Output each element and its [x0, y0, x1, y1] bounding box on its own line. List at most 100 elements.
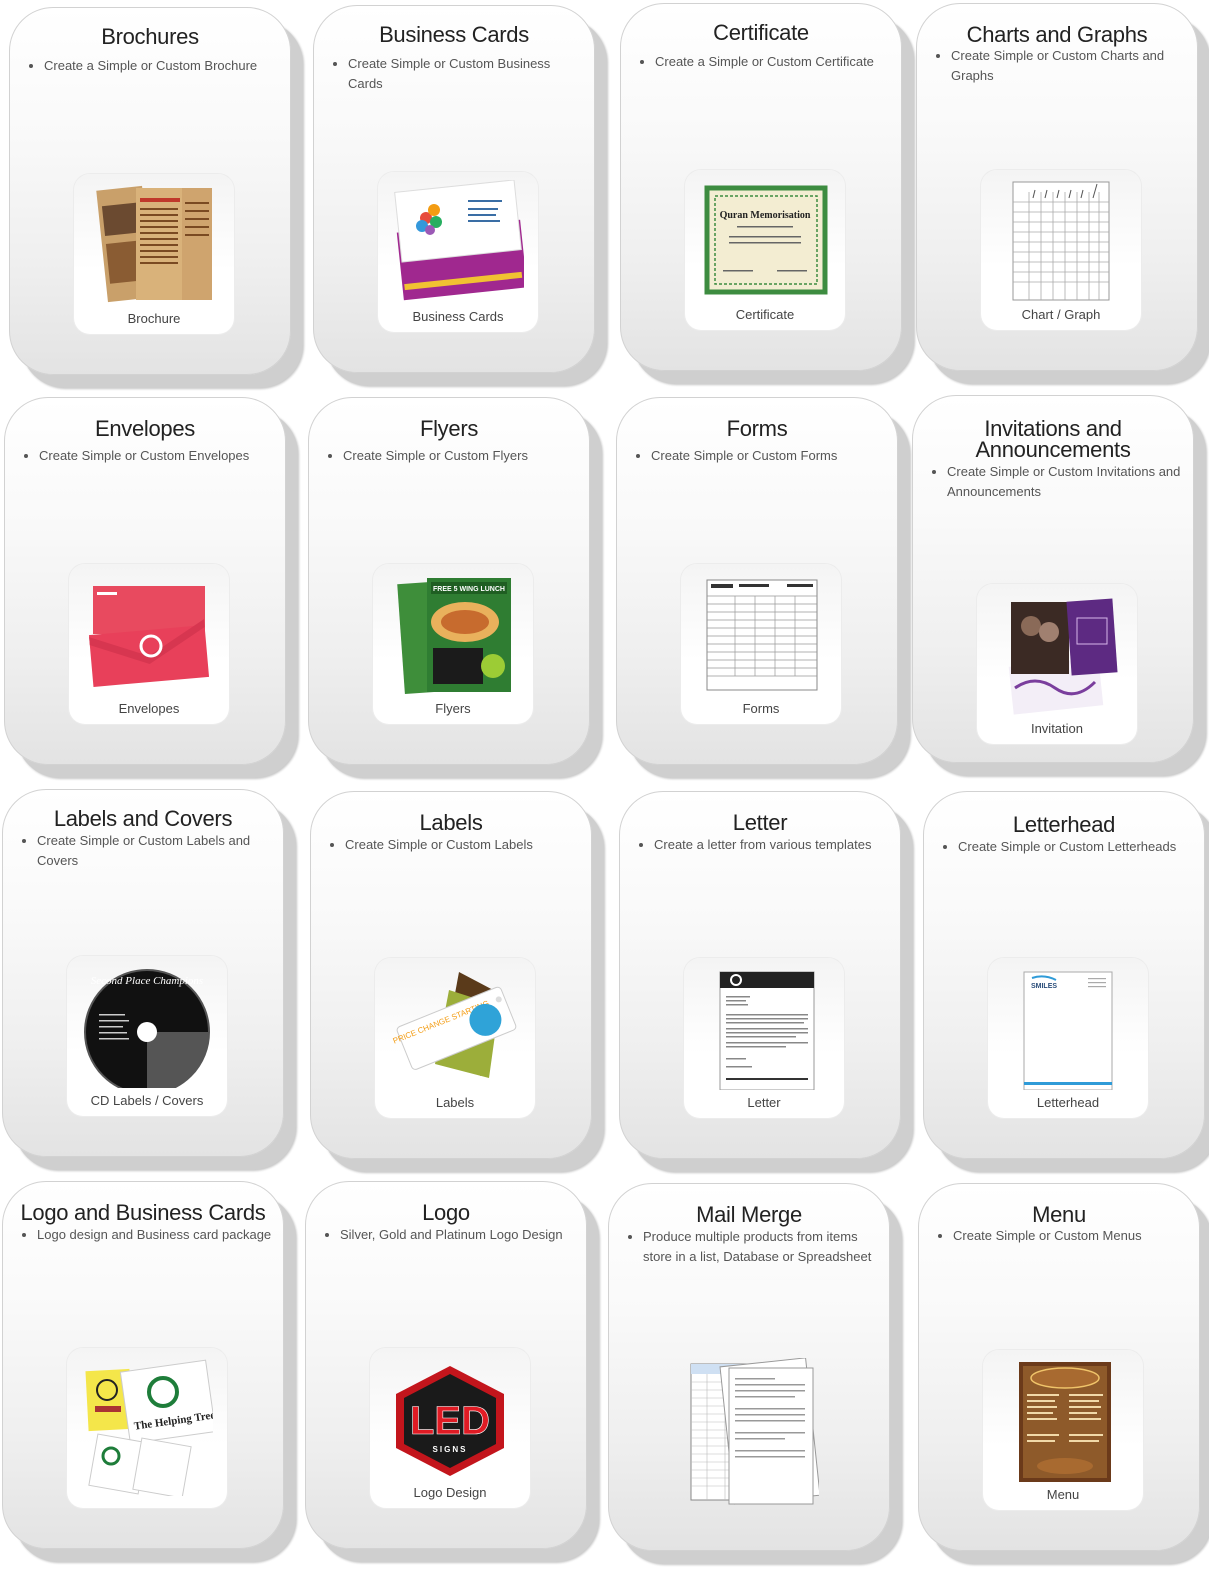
- cd-thumb-text: Second Place Champions: [91, 975, 203, 987]
- card-thumbnail-tile[interactable]: [673, 1350, 833, 1510]
- flyer-thumb-text: FREE 5 WING LUNCH: [433, 586, 505, 593]
- logo-design-icon: LED SIGNS: [396, 1366, 504, 1476]
- card-description: Create Simple or Custom Letterheads: [958, 837, 1194, 857]
- card-description: Create Simple or Custom Menus: [953, 1226, 1189, 1246]
- card-description-list: Create Simple or Custom Forms: [631, 446, 887, 466]
- card-description: Create Simple or Custom Invitations and …: [947, 462, 1183, 502]
- card-title: Envelopes: [94, 416, 196, 441]
- card-description-list: Create a Simple or Custom Brochure: [24, 56, 280, 76]
- card-letterhead[interactable]: Letterhead Create Simple or Custom Lette…: [923, 791, 1205, 1159]
- card-title: Labels: [419, 810, 483, 835]
- card-labels[interactable]: Labels Create Simple or Custom Labels PR…: [310, 791, 592, 1159]
- card-thumbnail-tile[interactable]: Business Cards: [378, 172, 538, 332]
- business-cards-icon: [394, 180, 524, 301]
- card-description: Produce multiple products from items sto…: [643, 1227, 879, 1267]
- card-menu[interactable]: Menu Create Simple or Custom Menus Menu: [918, 1183, 1200, 1551]
- card-invitations-and-announcements[interactable]: Invitations and Announcements Create Sim…: [912, 395, 1194, 763]
- card-title: Logo: [422, 1200, 470, 1225]
- card-certificate[interactable]: Certificate Create a Simple or Custom Ce…: [620, 3, 902, 371]
- card-description: Logo design and Business card package: [37, 1225, 273, 1245]
- card-thumbnail-tile[interactable]: The Helping Tree: [67, 1348, 227, 1508]
- card-title: Labels and Covers: [53, 806, 233, 831]
- card-description: Create Simple or Custom Labels: [345, 835, 581, 855]
- logo-business-cards-icon: The Helping Tree: [85, 1359, 213, 1496]
- card-description: Create a Simple or Custom Certificate: [655, 52, 891, 72]
- card-title: Certificate: [713, 20, 809, 45]
- card-thumbnail-tile[interactable]: LED SIGNS Logo Design: [370, 1348, 530, 1508]
- card-description-list: Silver, Gold and Platinum Logo Design: [320, 1225, 576, 1245]
- thumbnail-caption: Certificate: [735, 307, 795, 322]
- card-description: Create Simple or Custom Flyers: [343, 446, 579, 466]
- card-title: Mail Merge: [696, 1202, 802, 1227]
- thumbnail-caption: CD Labels / Covers: [90, 1093, 204, 1108]
- labels-icon: PRICE CHANGE STARTING: [392, 972, 517, 1078]
- card-labels-and-covers[interactable]: Labels and Covers Create Simple or Custo…: [2, 789, 284, 1157]
- card-title: Flyers: [419, 416, 479, 441]
- card-flyers[interactable]: Flyers Create Simple or Custom Flyers FR…: [308, 397, 590, 765]
- thumbnail-caption: Forms: [742, 701, 780, 716]
- card-charts-and-graphs[interactable]: Charts and Graphs Create Simple or Custo…: [916, 3, 1198, 371]
- card-thumbnail-tile[interactable]: Quran Memorisation Certificate: [685, 170, 845, 330]
- thumbnail-caption: Business Cards: [412, 309, 504, 324]
- card-description: Create Simple or Custom Labels and Cover…: [37, 831, 251, 871]
- card-description-list: Create Simple or Custom Invitations and …: [927, 462, 1183, 502]
- card-thumbnail-tile[interactable]: FREE 5 WING LUNCH Flyers: [373, 564, 533, 724]
- card-thumbnail-tile[interactable]: Second Place Champions CD Labels / Cover…: [67, 956, 227, 1116]
- card-thumbnail-tile[interactable]: Chart / Graph: [981, 170, 1141, 330]
- card-letter[interactable]: Letter Create a letter from various temp…: [619, 791, 901, 1159]
- letter-icon: [719, 971, 815, 1090]
- thumbnail-caption: Menu: [1046, 1487, 1080, 1502]
- card-description: Create Simple or Custom Forms: [651, 446, 887, 466]
- card-description-list: Create Simple or Custom Envelopes: [19, 446, 275, 466]
- certificate-thumb-text: Quran Memorisation: [720, 210, 811, 221]
- card-logo-and-business-cards[interactable]: Logo and Business Cards Logo design and …: [2, 1181, 284, 1549]
- card-thumbnail-tile[interactable]: Brochure: [74, 174, 234, 334]
- card-description-list: Create Simple or Custom Charts and Graph…: [931, 46, 1187, 86]
- card-business-cards[interactable]: Business Cards Create Simple or Custom B…: [313, 5, 595, 373]
- card-thumbnail-tile[interactable]: SMILES Letterhead: [988, 958, 1148, 1118]
- brochure-icon: [96, 185, 212, 303]
- thumbnail-caption: Brochure: [127, 311, 181, 326]
- card-mail-merge[interactable]: Mail Merge Produce multiple products fro…: [608, 1183, 890, 1551]
- envelopes-icon: [88, 586, 210, 687]
- card-logo[interactable]: Logo Silver, Gold and Platinum Logo Desi…: [305, 1181, 587, 1549]
- card-thumbnail-tile[interactable]: Forms: [681, 564, 841, 724]
- card-title: Forms: [726, 416, 788, 441]
- card-thumbnail-tile[interactable]: Letter: [684, 958, 844, 1118]
- thumbnail-caption: Invitation: [1030, 721, 1084, 736]
- card-description: Create Simple or Custom Business Cards: [348, 54, 584, 94]
- mail-merge-icon: [690, 1358, 819, 1505]
- card-title: Brochures: [101, 24, 199, 49]
- card-description: Create Simple or Custom Charts and Graph…: [951, 46, 1187, 86]
- card-title: Invitations and Announcements: [975, 416, 1131, 462]
- card-description: Create a Simple or Custom Brochure: [44, 56, 280, 76]
- logo-thumb-text: LED: [410, 1399, 490, 1443]
- chart-graph-icon: [1012, 181, 1110, 301]
- card-forms[interactable]: Forms Create Simple or Custom Forms Form…: [616, 397, 898, 765]
- card-description-list: Create Simple or Custom Labels: [325, 835, 581, 855]
- card-title: Menu: [1032, 1202, 1086, 1227]
- card-envelopes[interactable]: Envelopes Create Simple or Custom Envelo…: [4, 397, 286, 765]
- card-thumbnail-tile[interactable]: PRICE CHANGE STARTING Labels: [375, 958, 535, 1118]
- thumbnail-caption: Letterhead: [1036, 1095, 1100, 1110]
- menu-icon: [1019, 1362, 1111, 1482]
- thumbnail-caption: Chart / Graph: [1021, 307, 1101, 322]
- card-thumbnail-tile[interactable]: Invitation: [977, 584, 1137, 744]
- thumbnail-caption: Labels: [435, 1095, 475, 1110]
- card-thumbnail-tile[interactable]: Envelopes: [69, 564, 229, 724]
- flyers-icon: FREE 5 WING LUNCH: [397, 578, 511, 695]
- card-description-list: Create Simple or Custom Letterheads: [938, 837, 1194, 857]
- thumbnail-caption: Envelopes: [118, 701, 180, 716]
- cd-label-icon: Second Place Champions: [84, 969, 210, 1088]
- thumbnail-caption: Flyers: [435, 701, 471, 716]
- card-description-list: Create a letter from various templates: [634, 835, 890, 855]
- card-description-list: Logo design and Business card package: [17, 1225, 273, 1245]
- card-thumbnail-tile[interactable]: Menu: [983, 1350, 1143, 1510]
- card-title: Logo and Business Cards: [20, 1200, 266, 1225]
- card-description-list: Create Simple or Custom Flyers: [323, 446, 579, 466]
- card-description-list: Create Simple or Custom Labels and Cover…: [17, 831, 251, 871]
- card-brochures[interactable]: Brochures Create a Simple or Custom Broc…: [9, 7, 291, 375]
- certificate-icon: Quran Memorisation: [704, 185, 828, 295]
- card-description-list: Create Simple or Custom Business Cards: [328, 54, 584, 94]
- card-title: Charts and Graphs: [966, 22, 1148, 47]
